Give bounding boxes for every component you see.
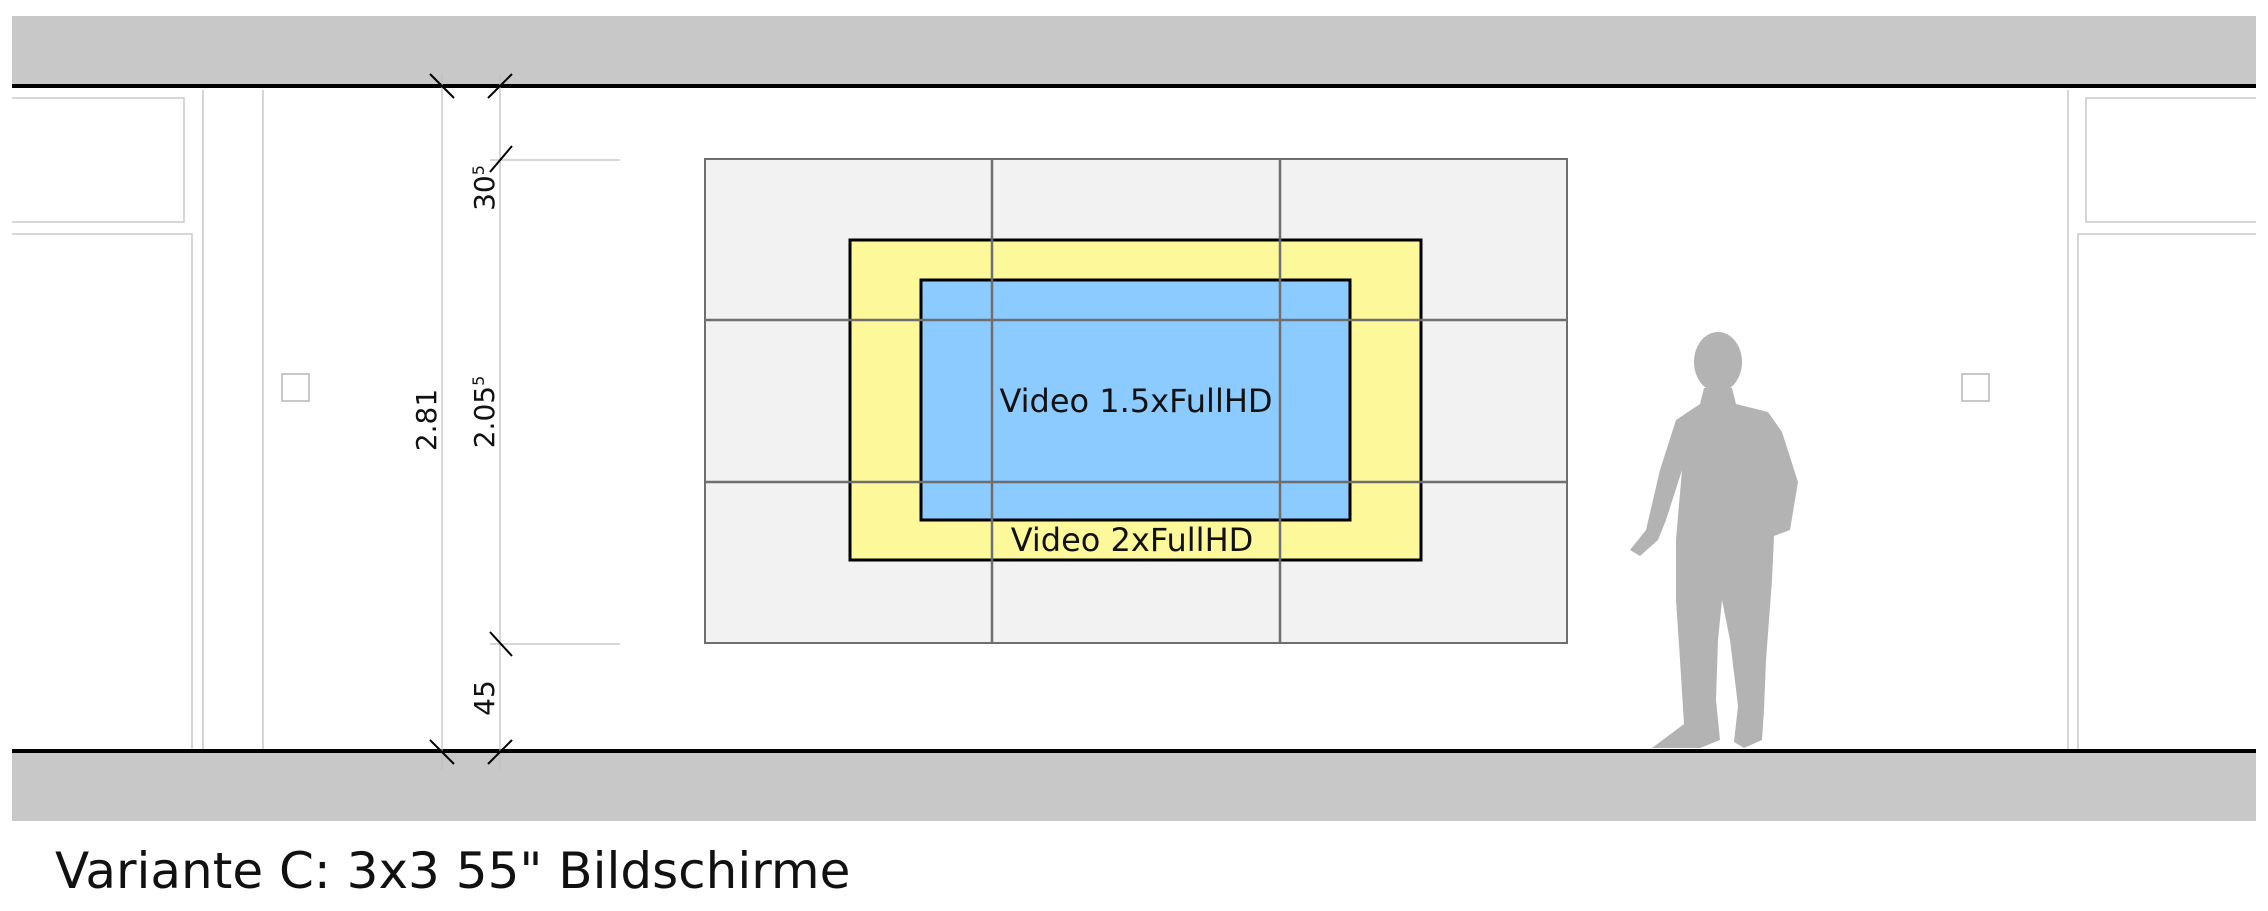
floor-slab [12, 751, 2256, 821]
left-door-frame [12, 90, 264, 749]
left-wall-outlet [281, 373, 310, 402]
inner-video-label: Video 1.5xFullHD [999, 382, 1272, 420]
person-silhouette [1630, 332, 1798, 748]
right-wall-outlet [1961, 373, 1990, 402]
ceiling-slab [12, 16, 2256, 86]
dim-wall-height: 2.055 [468, 376, 501, 449]
dim-total-height: 2.81 [410, 389, 443, 451]
dim-top-gap: 305 [468, 165, 501, 211]
outer-video-label: Video 2xFullHD [1011, 521, 1254, 559]
elevation-drawing: 2.81 2.055 305 45 Video 1.5xFullHD Video… [12, 16, 2256, 821]
right-door-frame [2067, 90, 2256, 749]
drawing-caption: Variante C: 3x3 55" Bildschirme [55, 842, 851, 900]
dim-bottom-gap: 45 [468, 680, 501, 716]
